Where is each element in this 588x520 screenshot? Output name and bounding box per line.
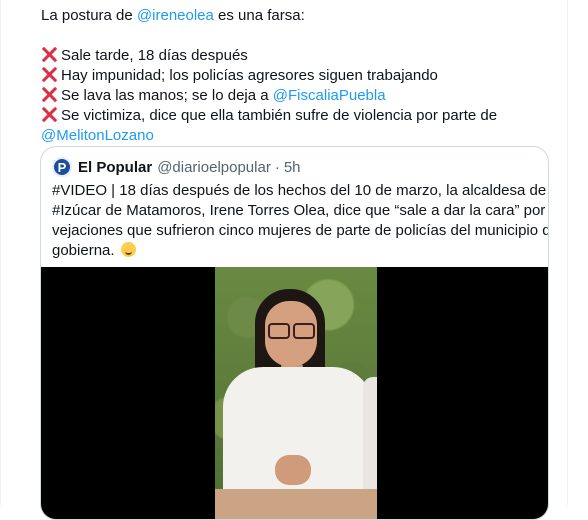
bullet-item: Sale tarde, 18 días después [41, 46, 556, 66]
bullet-text: Se victimiza, dice que ella también sufr… [61, 107, 498, 124]
tweet-text: La postura de @ireneolea es una farsa: S… [41, 6, 556, 146]
video-thumbnail [215, 267, 377, 519]
dot-separator: · [274, 158, 280, 176]
bullet-text: Sale tarde, 18 días después [61, 47, 248, 64]
thumbnail-second-person [363, 377, 377, 507]
thumbnail-hands [275, 455, 311, 485]
quoted-tweet-header: P El Popular @diarioelpopular · 5h [52, 157, 301, 177]
quoted-author-handle[interactable]: @diarioelpopular [157, 159, 271, 176]
bullet-continuation: @MelitonLozano [41, 126, 556, 146]
thumbnail-desk [215, 489, 377, 519]
cross-mark-icon [41, 86, 57, 102]
cross-mark-icon [41, 66, 57, 82]
intro-text: La postura de [41, 7, 133, 24]
thumbnail-glasses [293, 323, 315, 339]
quoted-tweet-text: #VIDEO | 18 días después de los hechos d… [52, 181, 549, 261]
bullet-item: Hay impunidad; los policías agresores si… [41, 66, 556, 86]
quoted-tweet-card[interactable]: P El Popular @diarioelpopular · 5h #VIDE… [40, 146, 549, 520]
mention-ireneolea-link[interactable]: @ireneolea [137, 7, 214, 24]
tweet-intro-line: La postura de @ireneolea es una farsa: [41, 6, 556, 26]
bullet-item: Se lava las manos; se lo deja a @Fiscali… [41, 86, 556, 106]
timeline-left-border [0, 0, 1, 505]
thumbnail-glasses [268, 323, 290, 339]
avatar-letter: P [57, 159, 67, 175]
avatar[interactable]: P [52, 157, 72, 177]
timeline-right-border [567, 0, 568, 505]
quoted-timestamp[interactable]: 5h [284, 159, 301, 176]
mention-melitonlozano-link[interactable]: @MelitonLozano [41, 127, 154, 144]
video-player[interactable] [41, 267, 548, 519]
mention-fiscaliapuebla-link[interactable]: @FiscaliaPuebla [273, 87, 386, 104]
quoted-text-line: vejaciones que sufrieron cinco mujeres d… [52, 222, 549, 239]
quoted-text-end: gobierna. [52, 242, 115, 259]
bullet-item: Se victimiza, dice que ella también sufr… [41, 106, 556, 126]
quoted-text-line: #VIDEO | 18 días después de los hechos d… [52, 182, 547, 199]
bullet-text: Hay impunidad; los policías agresores si… [61, 67, 438, 84]
quoted-author-name[interactable]: El Popular [78, 159, 152, 176]
intro-text-end: es una farsa: [218, 7, 305, 24]
bullet-text: Se lava las manos; se lo deja a [61, 87, 269, 104]
cross-mark-icon [41, 106, 57, 122]
grimacing-face-icon [120, 242, 136, 257]
cross-mark-icon [41, 46, 57, 62]
quoted-text-line: #Izúcar de Matamoros, Irene Torres Olea,… [52, 202, 549, 219]
quoted-text-line: gobierna. [52, 241, 537, 261]
